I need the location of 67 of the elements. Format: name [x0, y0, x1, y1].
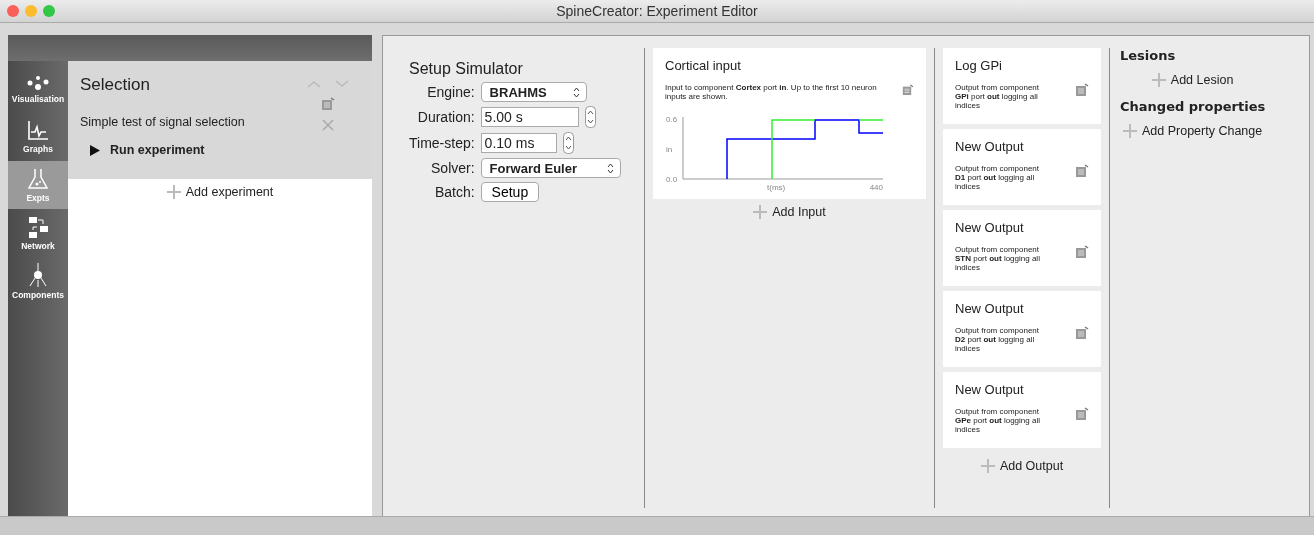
- section-title: Changed properties: [1120, 99, 1266, 114]
- input-description: Input to component Cortex port in. Up to the first 10 neuron inputs are shown.: [665, 83, 878, 101]
- tick-label: 0.6: [666, 115, 678, 124]
- experiment-title: Selection: [80, 75, 150, 95]
- input-field[interactable]: 0.10 ms: [480, 133, 557, 153]
- input-title: Cortical input: [665, 58, 742, 73]
- output-title: New Output: [955, 220, 1025, 235]
- output-description: Output from component D1 port out logging all indices: [955, 164, 1041, 191]
- plus-icon: [980, 459, 995, 473]
- edit-icon[interactable]: [1075, 245, 1089, 259]
- sidebar-item[interactable]: Components: [8, 257, 68, 305]
- stepper-icon[interactable]: [562, 132, 574, 154]
- section-title: Setup Simulator: [409, 60, 524, 78]
- run-experiment-button[interactable]: Run experiment: [80, 143, 205, 157]
- axis-label: t(ms): [767, 183, 786, 192]
- play-icon: [90, 144, 100, 156]
- add-lesion-button[interactable]: Add Lesion: [1151, 71, 1234, 89]
- sidebar-item[interactable]: Network: [8, 209, 68, 257]
- network-icon: [26, 215, 50, 239]
- tick-label: 440: [869, 183, 883, 192]
- input-field[interactable]: 5.00 s: [480, 107, 579, 127]
- output-description: Output from component STN port out logging all indices: [955, 245, 1041, 272]
- field-label: Batch:: [433, 184, 475, 200]
- output-description: Output from component GPe port out logging all indices: [955, 407, 1041, 434]
- axis-label: in: [666, 145, 673, 154]
- flask-icon: [26, 167, 50, 191]
- sidebar-item[interactable]: Graphs: [8, 113, 68, 161]
- output-description: Output from component GPi port out logging all indices: [955, 83, 1041, 110]
- field-label: Engine:: [426, 84, 475, 100]
- field-label: Solver:: [430, 160, 475, 176]
- graph-icon: [26, 120, 50, 142]
- close-icon[interactable]: [322, 119, 334, 131]
- output-title: New Output: [955, 382, 1025, 397]
- window-title: SpineCreator: Experiment Editor: [556, 3, 758, 19]
- dropdown[interactable]: BRAHMS: [480, 82, 587, 102]
- output-title: New Output: [955, 301, 1025, 316]
- plus-icon: [1123, 124, 1137, 138]
- edit-icon[interactable]: [1075, 83, 1089, 97]
- edit-icon[interactable]: [1075, 326, 1089, 340]
- plus-icon: [1151, 73, 1166, 87]
- add-property-change-button[interactable]: Add Property Change: [1123, 122, 1263, 140]
- experiment-description: Simple test of signal selection: [80, 115, 245, 129]
- edit-icon[interactable]: [902, 83, 914, 97]
- add-input-button[interactable]: Add Input: [753, 203, 826, 221]
- updown-arrows-icon: [606, 162, 614, 174]
- dropdown[interactable]: Forward Euler: [480, 158, 621, 178]
- field-label: Time-step:: [409, 135, 475, 151]
- plus-icon: [753, 205, 768, 219]
- tick-label: 0.0: [666, 175, 678, 184]
- edit-icon[interactable]: [1075, 164, 1089, 178]
- sidebar-item[interactable]: Visualisation: [8, 65, 68, 113]
- updown-arrows-icon: [572, 86, 580, 98]
- add-experiment-button[interactable]: Add experiment: [166, 183, 274, 201]
- edit-icon[interactable]: [1075, 407, 1089, 421]
- output-title: Log GPi: [955, 58, 1003, 73]
- output-title: New Output: [955, 139, 1025, 154]
- plus-icon: [166, 185, 181, 199]
- section-title: Lesions: [1120, 48, 1177, 63]
- experiment-card[interactable]: Selection Simple test of signal selection Run experiment: [68, 61, 372, 179]
- field-label: Duration:: [416, 109, 475, 125]
- setup-button[interactable]: Setup: [480, 182, 540, 202]
- add-output-button[interactable]: Add Output: [980, 457, 1064, 475]
- window-controls-icon[interactable]: [6, 4, 56, 18]
- edit-icon[interactable]: [321, 97, 335, 111]
- output-description: Output from component D2 port out logging all indices: [955, 326, 1041, 353]
- dots-icon: [26, 74, 50, 92]
- stepper-icon[interactable]: [584, 106, 596, 128]
